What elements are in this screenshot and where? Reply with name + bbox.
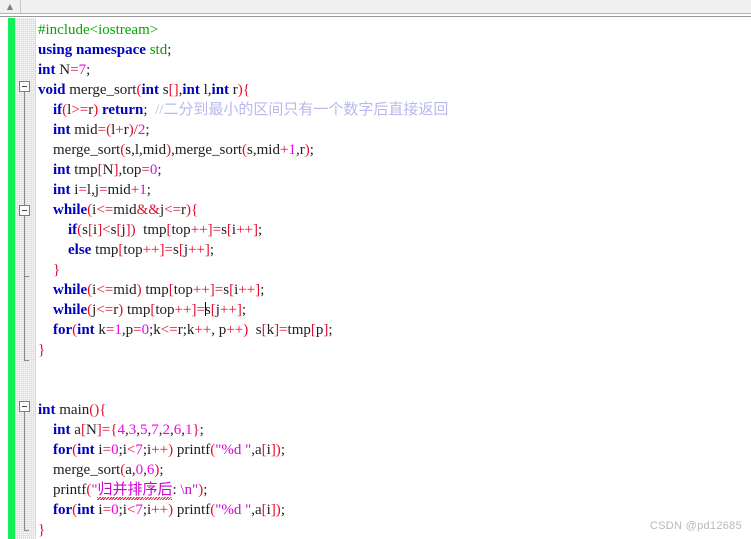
topbar-separator — [0, 14, 751, 17]
fold-connector-while — [24, 216, 25, 361]
code-line-13[interactable]: } — [38, 260, 60, 280]
code-line-1[interactable]: #include<iostream> — [38, 20, 158, 40]
code-line-3[interactable]: int N=7; — [38, 60, 90, 80]
code-line-23[interactable]: merge_sort(a,0,6); — [38, 460, 164, 480]
inline-comment: //二分到最小的区间只有一个数字后直接返回 — [155, 102, 449, 118]
code-line-21[interactable]: int a[N]={4,3,5,7,2,6,1}; — [38, 420, 204, 440]
code-text-area[interactable]: #include<iostream> using namespace std; … — [38, 18, 751, 539]
code-line-20[interactable]: int main(){ — [38, 400, 106, 420]
editor-pane[interactable]: #include<iostream> using namespace std; … — [0, 18, 751, 539]
window-topbar: ▲ — [0, 0, 751, 14]
change-indicator-bar — [8, 18, 15, 539]
spellcheck-string-cjk: 归并排序后 — [97, 482, 173, 498]
code-line-26[interactable]: } — [38, 520, 45, 539]
fold-toggle-main[interactable] — [19, 401, 30, 412]
code-line-6[interactable]: int mid=(l+r)/2; — [38, 120, 150, 140]
code-line-15[interactable]: while(j<=r) tmp[top++]=s[j++]; — [38, 300, 246, 320]
code-line-16[interactable]: for(int k=1,p=0;k<=r;k++, p++) s[k]=tmp[… — [38, 320, 333, 340]
watermark: CSDN @pd12685 — [649, 520, 742, 532]
code-editor-screenshot: ▲ #include<iostream> using namespace std… — [0, 0, 751, 539]
fold-toggle-merge-sort[interactable] — [19, 81, 30, 92]
fold-connector-main — [24, 412, 25, 531]
gutter-edge-line — [35, 18, 36, 539]
fold-end-tick-main — [24, 530, 29, 531]
code-line-5[interactable]: if(l>=r) return; //二分到最小的区间只有一个数字后直接返回 — [38, 100, 448, 120]
code-line-9[interactable]: int i=l,j=mid+1; — [38, 180, 151, 200]
code-line-7[interactable]: merge_sort(s,l,mid),merge_sort(s,mid+1,r… — [38, 140, 314, 160]
code-line-24[interactable]: printf("归并排序后: \n"); — [38, 480, 207, 500]
fold-toggle-while[interactable] — [19, 205, 30, 216]
fold-tick — [24, 276, 29, 277]
code-line-12[interactable]: else tmp[top++]=s[j++]; — [38, 240, 214, 260]
chevron-up-icon[interactable]: ▲ — [0, 0, 20, 13]
code-line-19[interactable] — [38, 380, 42, 400]
code-line-17[interactable]: } — [38, 340, 45, 360]
code-line-8[interactable]: int tmp[N],top=0; — [38, 160, 162, 180]
code-line-11[interactable]: if(s[i]<s[j]) tmp[top++]=s[i++]; — [38, 220, 262, 240]
code-line-25[interactable]: for(int i=0;i<7;i++) printf("%d ",a[i]); — [38, 500, 285, 520]
code-line-14[interactable]: while(i<=mid) tmp[top++]=s[i++]; — [38, 280, 264, 300]
code-line-18[interactable] — [38, 360, 42, 380]
fold-connector-merge-sort — [24, 92, 25, 205]
code-line-4[interactable]: void merge_sort(int s[],int l,int r){ — [38, 80, 250, 100]
fold-end-tick-merge-sort — [24, 360, 29, 361]
code-line-22[interactable]: for(int i=0;i<7;i++) printf("%d ",a[i]); — [38, 440, 285, 460]
folding-gutter[interactable] — [15, 18, 35, 539]
code-line-2[interactable]: using namespace std; — [38, 40, 171, 60]
code-line-10[interactable]: while(i<=mid&&j<=r){ — [38, 200, 198, 220]
tab-strip[interactable] — [20, 0, 751, 13]
